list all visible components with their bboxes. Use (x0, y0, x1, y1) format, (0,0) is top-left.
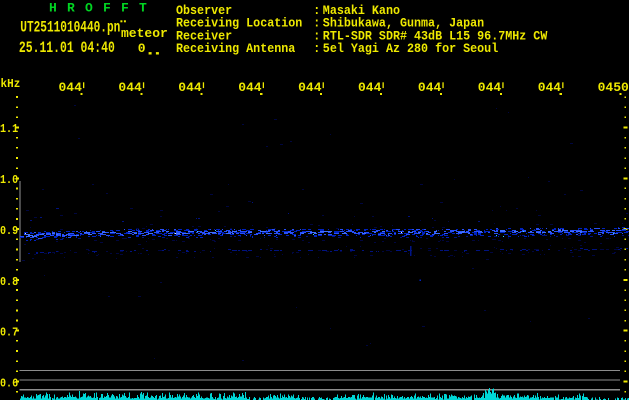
svg-text:meteor: meteor (121, 26, 168, 41)
svg-text:UT2511010440.pn: UT2511010440.pn (20, 20, 120, 37)
svg-text:044: 044 (358, 80, 382, 95)
svg-text:HROFFT: HROFFT (49, 1, 157, 16)
svg-text:044: 044 (178, 80, 202, 95)
svg-text:044: 044 (418, 80, 442, 95)
svg-text:1.0: 1.0 (0, 175, 18, 188)
svg-text::: : (313, 41, 320, 56)
svg-text:5el Yagi Az 280 for Seoul: 5el Yagi Az 280 for Seoul (323, 41, 498, 56)
svg-text:044: 044 (238, 80, 262, 95)
svg-text:044: 044 (298, 80, 322, 95)
svg-text:044: 044 (478, 80, 502, 95)
svg-text:044: 044 (538, 80, 562, 95)
svg-text:044: 044 (59, 80, 83, 95)
svg-text:0.7: 0.7 (0, 327, 18, 340)
svg-text:25.11.01 04:40: 25.11.01 04:40 (19, 39, 115, 57)
svg-text:0.6: 0.6 (0, 378, 18, 391)
svg-text:0: 0 (138, 41, 146, 56)
svg-text:0450: 0450 (598, 80, 629, 95)
svg-text:Receiving Antenna: Receiving Antenna (176, 41, 296, 56)
svg-text:0.8: 0.8 (0, 277, 18, 290)
svg-text:kHz: kHz (1, 78, 21, 92)
svg-text:1.1: 1.1 (0, 124, 18, 137)
svg-text:0.9: 0.9 (0, 226, 18, 239)
svg-text:044: 044 (118, 80, 142, 95)
